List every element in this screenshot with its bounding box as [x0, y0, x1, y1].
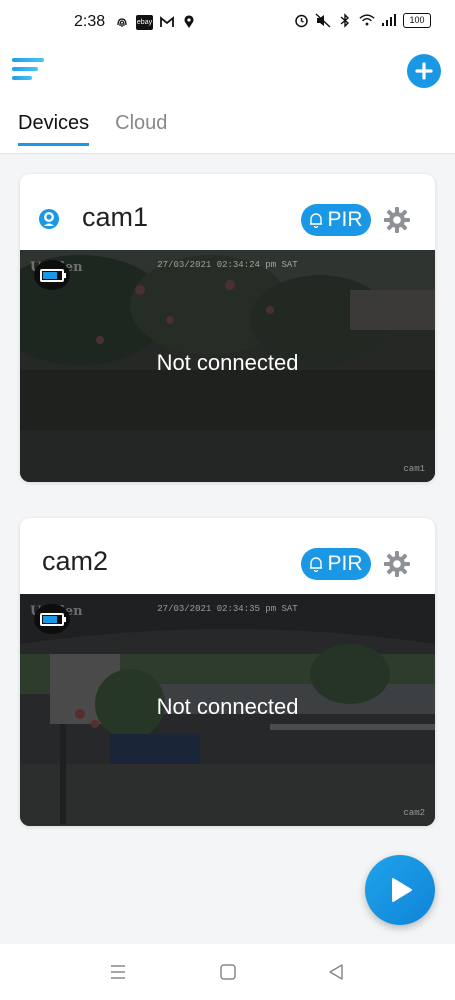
status-left-icons: ebay: [114, 14, 197, 30]
status-time: 2:38: [74, 13, 106, 30]
user-icon: [39, 209, 59, 229]
camera-name: cam2: [42, 546, 109, 576]
ebay-icon: ebay: [136, 14, 153, 30]
add-device-button[interactable]: [407, 54, 441, 88]
bell-icon: [310, 213, 323, 228]
battery-icon: [40, 268, 66, 282]
tab-bar: Devices Cloud: [18, 112, 167, 146]
pir-label: PIR: [327, 208, 363, 231]
camera-feed[interactable]: Uniden 27/03/2021 02:34:35 pm SAT Not co…: [20, 594, 435, 826]
gmail-icon: [159, 14, 175, 30]
tab-cloud[interactable]: Cloud: [115, 112, 167, 146]
system-nav-bar: [0, 944, 455, 1000]
location-icon: [181, 14, 197, 30]
battery-chip: [34, 604, 70, 634]
pir-toggle-button[interactable]: PIR: [301, 204, 371, 236]
gear-icon[interactable]: [383, 206, 411, 234]
app-header: Devices Cloud: [0, 46, 455, 154]
status-bar: 2:38 ebay 100: [0, 0, 455, 46]
bluetooth-icon: [337, 12, 353, 28]
camera-card-cam1[interactable]: cam1 PIR 27/03/2021 02:34:24 pm SAT Not …: [20, 174, 435, 482]
feed-timestamp: 27/03/2021 02:34:24 pm SAT: [157, 260, 298, 270]
feed-camera-label: cam1: [403, 464, 425, 474]
battery-icon: [40, 612, 66, 626]
pir-label: PIR: [327, 552, 363, 575]
battery-chip: [34, 260, 70, 290]
feed-status-message: Not connected: [156, 350, 299, 375]
camera-card-header: cam1 PIR: [20, 174, 435, 250]
feed-camera-label: cam2: [403, 808, 425, 818]
play-icon: [392, 878, 412, 902]
recents-icon[interactable]: [106, 960, 130, 984]
mute-icon: [315, 12, 331, 28]
camera-feed[interactable]: Uniden 27/03/2021 02:34:24 pm SAT Not co…: [20, 250, 435, 482]
camera-name: cam1: [82, 202, 149, 232]
bell-icon: [310, 557, 323, 572]
plus-icon: [415, 62, 433, 80]
menu-icon[interactable]: [12, 56, 46, 84]
pir-toggle-button[interactable]: PIR: [301, 548, 371, 580]
signal-icon: [381, 12, 397, 28]
feed-status-message: Not connected: [156, 694, 299, 719]
alarm-icon: [293, 12, 309, 28]
wifi-icon: [359, 12, 375, 28]
home-icon[interactable]: [216, 960, 240, 984]
feed-timestamp: 27/03/2021 02:34:35 pm SAT: [157, 604, 298, 614]
camera-card-header: cam2 PIR: [20, 518, 435, 594]
play-all-button[interactable]: [365, 855, 435, 925]
status-right-icons: 100: [293, 12, 431, 28]
gear-icon[interactable]: [383, 550, 411, 578]
fingerprint-icon: [114, 14, 130, 30]
camera-card-cam2[interactable]: cam2 PIR 27/03/2021 02:34:35 pm SAT Not …: [20, 518, 435, 826]
battery-icon: 100: [403, 12, 431, 28]
back-icon[interactable]: [324, 960, 348, 984]
tab-devices[interactable]: Devices: [18, 112, 90, 146]
